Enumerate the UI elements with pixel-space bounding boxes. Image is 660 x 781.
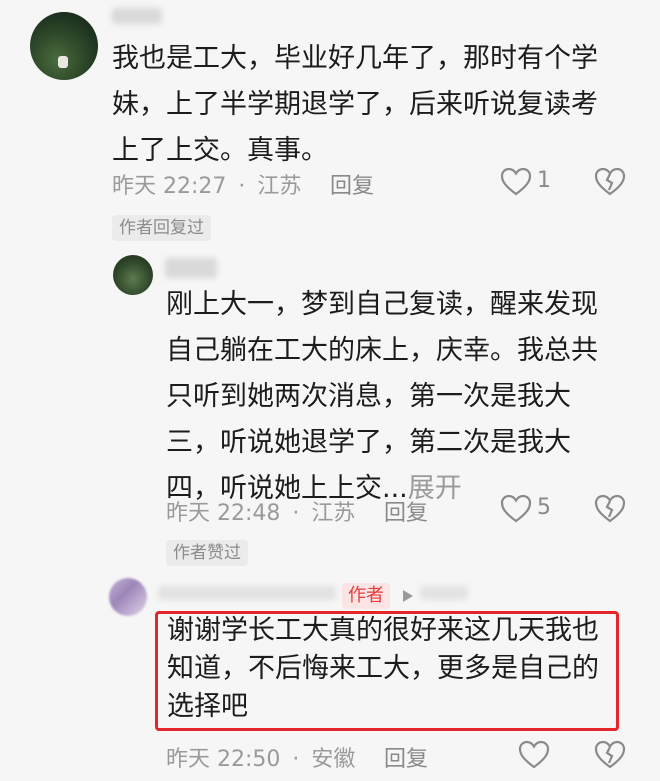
comment-line: 刚上大一，梦到自己复读，醒来发现 — [166, 289, 598, 320]
reply-arrow-icon — [402, 589, 414, 603]
location: 江苏 — [311, 501, 356, 526]
reply-button[interactable]: 回复 — [384, 741, 428, 773]
comment-line: 三，听说她退学了，第二次是我大 — [166, 427, 571, 458]
like-count: 5 — [537, 495, 551, 520]
heart-icon — [500, 167, 532, 196]
like-button[interactable] — [518, 740, 550, 770]
comment-meta: 昨天 22:27 · 江苏 — [112, 168, 301, 200]
heart-icon — [500, 494, 532, 523]
username-blurred[interactable] — [420, 586, 468, 600]
avatar[interactable] — [113, 255, 153, 295]
username-blurred[interactable] — [165, 258, 217, 278]
separator: · — [292, 747, 300, 772]
separator: · — [292, 501, 300, 526]
separator: · — [238, 174, 246, 199]
avatar[interactable] — [109, 578, 147, 616]
comment-meta: 昨天 22:50 · 安徽 — [166, 741, 355, 773]
dislike-button[interactable] — [594, 167, 626, 197]
location: 安徽 — [311, 747, 356, 772]
comment-line: 谢谢学长工大真的很好来这几天我也 — [167, 615, 599, 646]
comment-line: 我也是工大，毕业好几年了，那时有个学 — [112, 43, 598, 74]
comment-line: 选择吧 — [167, 691, 248, 722]
username-blurred[interactable] — [112, 8, 162, 24]
comment-line: 自己躺在工大的床上，庆幸。我总共 — [166, 335, 598, 366]
timestamp: 昨天 22:27 — [112, 174, 227, 199]
comment-text: 谢谢学长工大真的很好来这几天我也 知道，不后悔来工大，更多是自己的 选择吧 — [167, 612, 599, 726]
comment-text: 刚上大一，梦到自己复读，醒来发现 自己躺在工大的床上，庆幸。我总共 只听到她两次… — [166, 282, 598, 512]
broken-heart-icon — [594, 494, 626, 523]
dislike-button[interactable] — [594, 494, 626, 524]
reply-button[interactable]: 回复 — [330, 168, 374, 200]
like-button[interactable] — [500, 494, 532, 524]
avatar[interactable] — [30, 12, 98, 80]
author-replied-tag: 作者回复过 — [112, 215, 211, 241]
heart-icon — [518, 740, 550, 769]
comment-text: 我也是工大，毕业好几年了，那时有个学 妹，上了半学期退学了，后来听说复读考 上了… — [112, 36, 598, 174]
like-button[interactable] — [500, 167, 532, 197]
dislike-button[interactable] — [594, 740, 626, 770]
author-badge: 作者 — [342, 583, 390, 609]
reply-button[interactable]: 回复 — [384, 495, 428, 527]
like-count: 1 — [537, 168, 551, 193]
comment-line: 只听到她两次消息，第一次是我大 — [166, 381, 571, 412]
comment-line: 知道，不后悔来工大，更多是自己的 — [167, 653, 599, 684]
timestamp: 昨天 22:50 — [166, 747, 281, 772]
location: 江苏 — [257, 174, 302, 199]
timestamp: 昨天 22:48 — [166, 501, 281, 526]
broken-heart-icon — [594, 740, 626, 769]
comment-line: 妹，上了半学期退学了，后来听说复读考 — [112, 89, 598, 120]
author-liked-tag: 作者赞过 — [166, 540, 248, 566]
username-blurred[interactable] — [158, 586, 336, 600]
broken-heart-icon — [594, 167, 626, 196]
comment-meta: 昨天 22:48 · 江苏 — [166, 495, 355, 527]
